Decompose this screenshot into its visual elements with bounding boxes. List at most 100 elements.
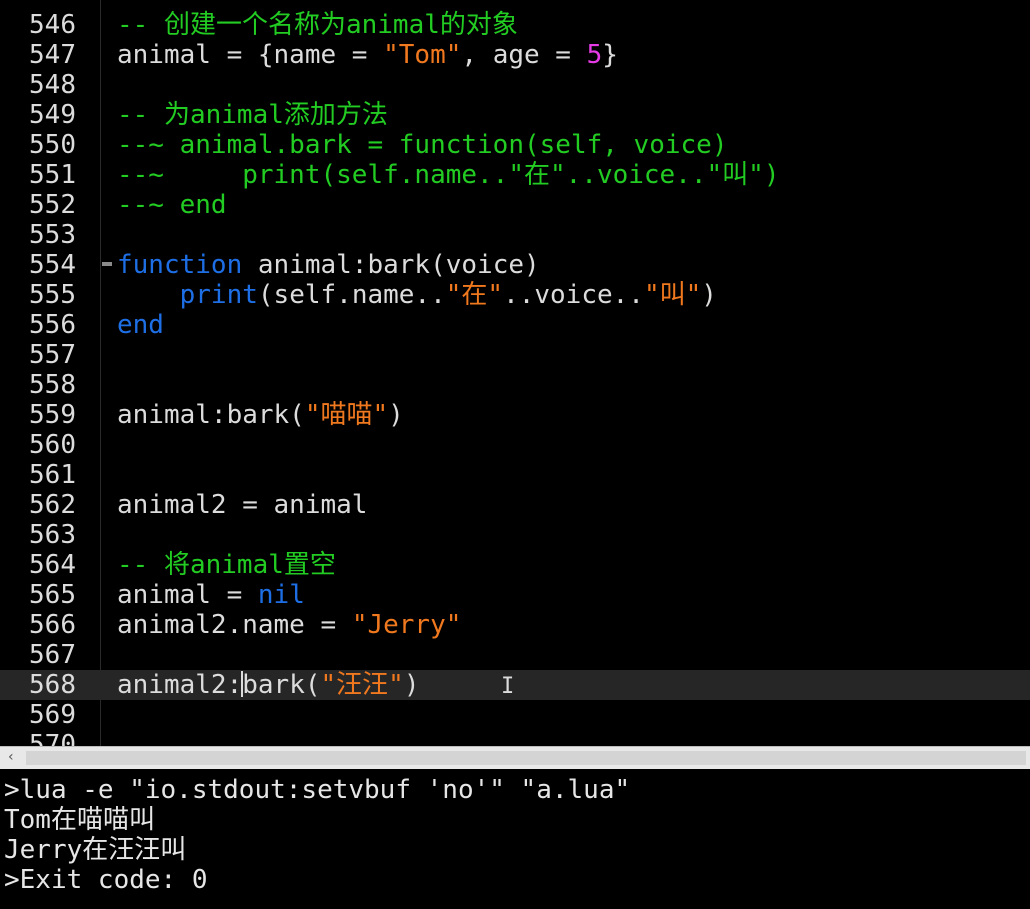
code-token-default: animal2: (117, 670, 243, 700)
line-number: 568 (29, 670, 76, 700)
chevron-left-icon[interactable]: ‹ (8, 749, 14, 765)
code-token-default: animal2 = animal (117, 490, 368, 520)
code-text[interactable]: animal2:bark("汪汪") (117, 670, 419, 700)
code-text[interactable]: -- 创建一个名称为animal的对象 (117, 10, 518, 40)
line-number: 555 (29, 280, 76, 310)
code-token-default: animal = (117, 580, 258, 610)
code-line[interactable]: 550 --~ animal.bark = function(self, voic… (0, 130, 1030, 160)
code-line[interactable]: 570 (0, 730, 1030, 746)
line-number: 564 (29, 550, 76, 580)
code-line[interactable]: 564 -- 将animal置空 (0, 550, 1030, 580)
line-number: 553 (29, 220, 76, 250)
output-pane: >lua -e "io.stdout:setvbuf 'no'" "a.lua"… (0, 769, 1030, 909)
code-line[interactable]: 559 animal:bark("喵喵") (0, 400, 1030, 430)
code-text[interactable]: animal2.name = "Jerry" (117, 610, 461, 640)
code-token-default: animal:bark( (117, 400, 305, 430)
i-beam-cursor-icon: I (501, 674, 515, 699)
code-token-string: "在" (445, 280, 504, 310)
output-line: >lua -e "io.stdout:setvbuf 'no'" "a.lua" (4, 775, 631, 805)
code-token-number: 5 (586, 40, 603, 70)
code-token-keyword: function (117, 250, 243, 280)
code-token-keyword: end (117, 310, 164, 340)
line-number: 570 (29, 730, 76, 746)
code-line[interactable]: 553 (0, 220, 1030, 250)
code-text[interactable]: -- 为animal添加方法 (117, 100, 388, 130)
code-token-default: , age = (461, 40, 587, 70)
code-line[interactable]: 546 -- 创建一个名称为animal的对象 (0, 10, 1030, 40)
code-token-comment: --~ animal.bark = function(self, voice) (117, 130, 728, 160)
code-token-keyword: nil (257, 580, 305, 610)
code-token-default: bark( (242, 670, 321, 700)
line-number: 558 (29, 370, 76, 400)
code-line[interactable]: 566 animal2.name = "Jerry" (0, 610, 1030, 640)
fold-collapse-icon[interactable] (102, 262, 112, 266)
code-line[interactable]: 560 (0, 430, 1030, 460)
code-token-default: ..voice.. (503, 280, 644, 310)
code-token-comment: --~ print(self.name.."在"..voice.."叫") (117, 160, 780, 190)
output-line: Tom在喵喵叫 (4, 805, 155, 835)
horizontal-scrollbar[interactable]: ‹ (0, 746, 1030, 769)
code-line[interactable]: 561 (0, 460, 1030, 490)
code-text[interactable]: --~ end (117, 190, 227, 220)
code-token-comment: -- 将animal置空 (117, 550, 336, 580)
code-text[interactable]: animal = {name = "Tom", age = 5} (117, 40, 618, 70)
line-number: 565 (29, 580, 76, 610)
code-text[interactable]: animal:bark("喵喵") (117, 400, 404, 430)
code-text[interactable]: end (117, 310, 164, 340)
code-token-string: "Jerry" (351, 610, 462, 640)
line-number: 557 (29, 340, 76, 370)
code-token-default: animal:bark(voice) (242, 250, 540, 280)
code-text[interactable]: animal = nil (117, 580, 305, 610)
code-line[interactable]: 549 -- 为animal添加方法 (0, 100, 1030, 130)
code-line[interactable]: 548 (0, 70, 1030, 100)
line-number: 559 (29, 400, 76, 430)
line-number: 562 (29, 490, 76, 520)
code-token-default: ) (701, 280, 717, 310)
code-line[interactable]: 565 animal = nil (0, 580, 1030, 610)
code-text[interactable]: print(self.name.."在"..voice.."叫") (117, 280, 717, 310)
code-text[interactable]: animal2 = animal (117, 490, 367, 520)
code-token-string: "Tom" (383, 40, 462, 70)
code-line[interactable]: 551 --~ print(self.name.."在"..voice.."叫") (0, 160, 1030, 190)
scrollbar-thumb[interactable] (26, 751, 1026, 765)
line-number: 551 (29, 160, 76, 190)
code-token-comment: -- 为animal添加方法 (117, 100, 388, 130)
line-number: 567 (29, 640, 76, 670)
code-token-string: "汪汪" (320, 670, 404, 700)
line-number: 550 (29, 130, 76, 160)
line-number: 552 (29, 190, 76, 220)
line-number: 546 (29, 10, 76, 40)
output-line: Jerry在汪汪叫 (4, 835, 187, 865)
code-line[interactable]: 568 animal2:bark("汪汪") (0, 670, 1030, 700)
code-text[interactable]: --~ animal.bark = function(self, voice) (117, 130, 727, 160)
code-line[interactable]: 554 function animal:bark(voice) (0, 250, 1030, 280)
line-number: 569 (29, 700, 76, 730)
code-token-string: "喵喵" (304, 400, 389, 430)
code-token-comment: --~ end (117, 190, 227, 220)
code-line[interactable]: 558 (0, 370, 1030, 400)
code-text[interactable]: -- 将animal置空 (117, 550, 336, 580)
line-number: 554 (29, 250, 76, 280)
code-line[interactable]: 556 end (0, 310, 1030, 340)
code-editor[interactable]: 546 -- 创建一个名称为animal的对象 547 animal = {name … (0, 0, 1030, 746)
line-number: 563 (29, 520, 76, 550)
code-token-default: animal = {name = (117, 40, 384, 70)
code-line[interactable]: 547 animal = {name = "Tom", age = 5} (0, 40, 1030, 70)
code-token-default: (self.name.. (257, 280, 446, 310)
code-line[interactable]: 563 (0, 520, 1030, 550)
code-token-string: "叫" (643, 280, 702, 310)
code-token-default: ) (403, 670, 420, 700)
code-line[interactable]: 562 animal2 = animal (0, 490, 1030, 520)
code-text[interactable]: function animal:bark(voice) (117, 250, 540, 280)
code-token-default: animal2.name = (117, 610, 352, 640)
line-number: 548 (29, 70, 76, 100)
code-line[interactable]: 552 --~ end (0, 190, 1030, 220)
code-token-comment: -- 创建一个名称为animal的对象 (117, 10, 518, 40)
code-text[interactable]: --~ print(self.name.."在"..voice.."叫") (117, 160, 779, 190)
code-line[interactable]: 557 (0, 340, 1030, 370)
output-line: >Exit code: 0 (4, 865, 208, 895)
code-line[interactable]: 555 print(self.name.."在"..voice.."叫") (0, 280, 1030, 310)
line-number: 560 (29, 430, 76, 460)
code-line[interactable]: 567 (0, 640, 1030, 670)
code-line[interactable]: 569 (0, 700, 1030, 730)
